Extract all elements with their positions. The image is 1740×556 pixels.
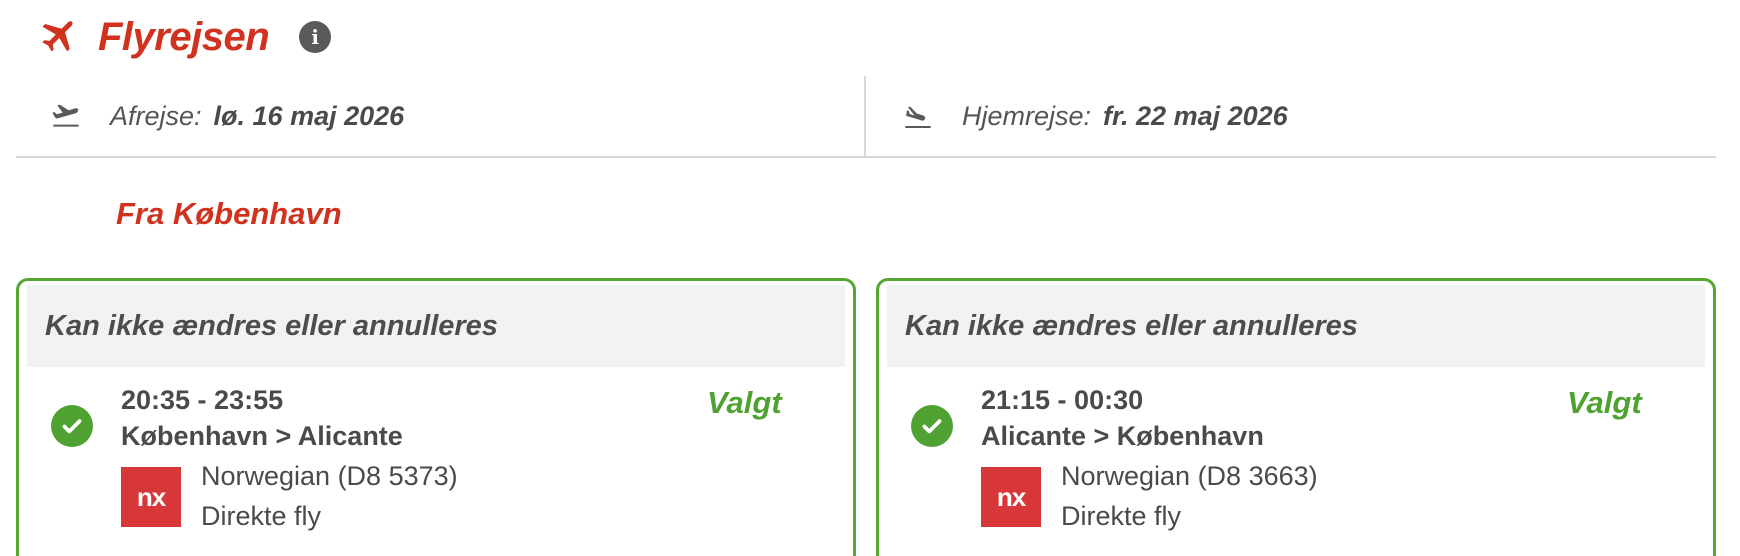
flight-time: 20:35 - 23:55 [121,385,284,415]
travel-dates: Afrejse: lø. 16 maj 2026 Hjemrejse: fr. … [16,76,1716,158]
departure-date: Afrejse: lø. 16 maj 2026 [16,76,866,156]
flight-section-header: Flyrejsen i [36,12,332,62]
return-date: Hjemrejse: fr. 22 maj 2026 [866,76,1716,156]
flight-stops: Direkte fly [1061,501,1182,531]
departure-plane-icon [52,104,79,127]
airplane-icon [42,21,73,52]
card-header: Kan ikke ændres eller annulleres [887,285,1705,367]
selected-check-icon [51,405,93,447]
flight-time: 21:15 - 00:30 [981,385,1144,415]
selected-check-icon [911,405,953,447]
airline-name: Norwegian (D8 5373) [201,461,458,491]
flight-route: Alicante > København [981,421,1264,451]
flight-route: København > Alicante [121,421,403,451]
return-plane-icon [905,106,931,128]
return-value: fr. 22 maj 2026 [1103,100,1288,131]
origin-heading: Fra København [116,196,342,231]
return-label: Hjemrejse: [962,100,1092,131]
selected-status: Valgt [1567,385,1642,420]
section-title: Flyrejsen [98,14,270,59]
airline-name: Norwegian (D8 3663) [1061,461,1318,491]
outbound-flight-card[interactable]: Kan ikke ændres eller annulleres 20:35 -… [16,278,856,556]
departure-value: lø. 16 maj 2026 [213,100,405,131]
info-icon[interactable]: i [299,21,332,53]
selected-status: Valgt [707,385,782,420]
norwegian-logo: nx [121,467,181,527]
norwegian-logo: nx [981,467,1041,527]
flight-stops: Direkte fly [201,501,322,531]
card-header: Kan ikke ændres eller annulleres [27,285,845,367]
departure-label: Afrejse: [110,100,202,131]
return-flight-card[interactable]: Kan ikke ændres eller annulleres 21:15 -… [876,278,1716,556]
